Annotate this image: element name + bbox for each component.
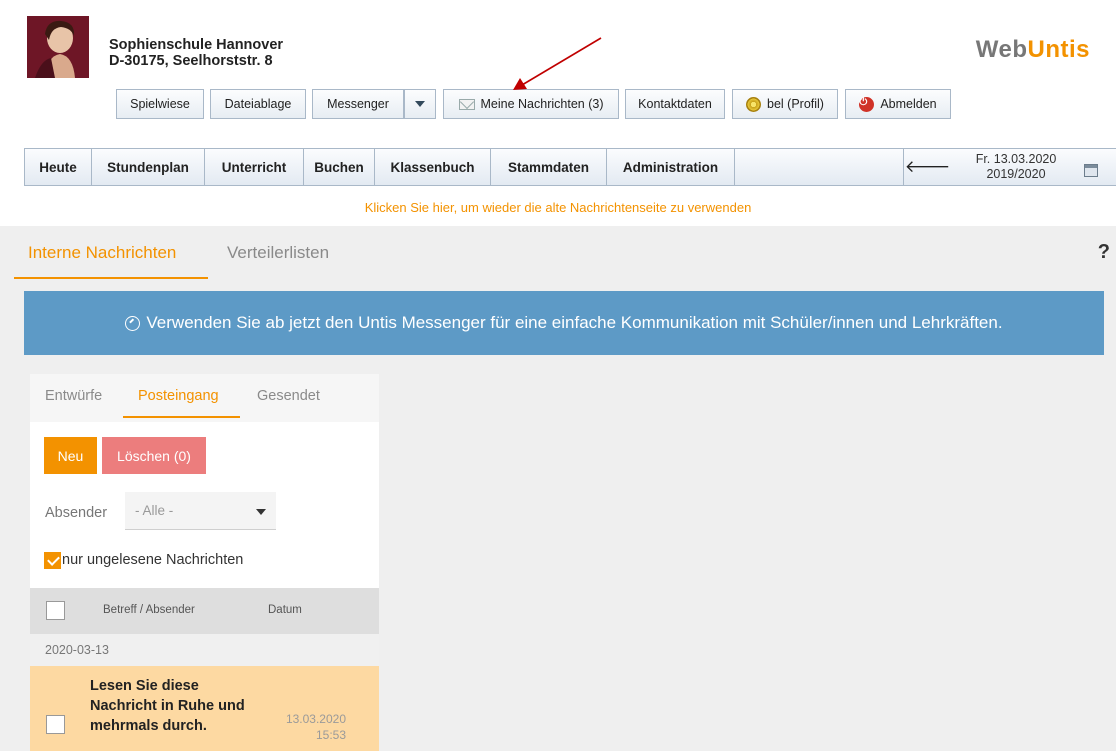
tab-entwuerfe[interactable]: Entwürfe: [45, 388, 102, 404]
spielwiese-button[interactable]: Spielwiese: [116, 89, 204, 119]
column-date[interactable]: Datum: [268, 604, 302, 616]
nav-stammdaten[interactable]: Stammdaten: [491, 149, 607, 185]
messenger-dropdown-button[interactable]: [404, 89, 436, 119]
arrow-left-icon[interactable]: 🡐: [903, 149, 951, 185]
chevron-down-icon: [415, 101, 425, 107]
school-name: Sophienschule Hannover: [109, 37, 284, 53]
sender-filter-select[interactable]: - Alle -: [125, 492, 276, 530]
date-group-header: 2020-03-13: [30, 634, 379, 666]
school-logo: [27, 16, 89, 78]
nav-heute[interactable]: Heute: [25, 149, 92, 185]
message-date: 13.03.2020 15:53: [285, 712, 346, 742]
kontaktdaten-button[interactable]: Kontaktdaten: [625, 89, 725, 119]
folder-tabs: Entwürfe Posteingang Gesendet: [30, 374, 379, 422]
column-subject[interactable]: Betreff / Absender: [103, 604, 195, 616]
delete-button[interactable]: Löschen (0): [102, 437, 206, 474]
school-address: D-30175, Seelhorststr. 8: [109, 53, 273, 69]
dateiablage-button[interactable]: Dateiablage: [210, 89, 306, 119]
messenger-info-banner: Verwenden Sie ab jetzt den Untis Messeng…: [24, 291, 1104, 355]
message-row[interactable]: Lesen Sie diese Nachricht in Ruhe und me…: [30, 666, 379, 751]
tab-verteilerlisten[interactable]: Verteilerlisten: [227, 243, 329, 263]
messenger-button[interactable]: Messenger: [312, 89, 404, 119]
message-list-panel: Entwürfe Posteingang Gesendet Neu Lösche…: [30, 374, 379, 751]
calendar-icon[interactable]: [1084, 164, 1098, 177]
profil-button[interactable]: bel (Profil): [732, 89, 838, 119]
power-icon: ⏻: [859, 96, 875, 112]
unread-only-label[interactable]: nur ungelesene Nachrichten: [62, 552, 243, 568]
nav-klassenbuch[interactable]: Klassenbuch: [375, 149, 491, 185]
help-icon[interactable]: ?: [1098, 241, 1110, 264]
nav-unterricht[interactable]: Unterricht: [205, 149, 304, 185]
gear-icon: [746, 96, 762, 112]
nav-stundenplan[interactable]: Stundenplan: [92, 149, 205, 185]
active-subtab-indicator: [123, 416, 240, 418]
chat-icon: [125, 315, 141, 331]
messages-area: Interne Nachrichten Verteilerlisten ? Ve…: [0, 226, 1116, 751]
message-list-header: Betreff / Absender Datum: [30, 588, 379, 634]
message-checkbox[interactable]: [46, 715, 65, 734]
message-subject[interactable]: Lesen Sie diese Nachricht in Ruhe und me…: [90, 676, 250, 736]
select-all-checkbox[interactable]: [46, 601, 65, 620]
active-tab-indicator: [14, 277, 208, 279]
webuntis-logo: WebUntis: [975, 36, 1090, 63]
abmelden-button[interactable]: ⏻ Abmelden: [845, 89, 951, 119]
tab-gesendet[interactable]: Gesendet: [257, 388, 320, 404]
envelope-icon: [458, 98, 475, 110]
meine-nachrichten-button[interactable]: Meine Nachrichten (3): [443, 89, 619, 119]
nav-buchen[interactable]: Buchen: [304, 149, 375, 185]
current-date[interactable]: Fr. 13.03.2020 2019/2020: [951, 152, 1081, 182]
chevron-down-icon: [256, 509, 266, 515]
main-navigation: Heute Stundenplan Unterricht Buchen Klas…: [24, 148, 1116, 186]
old-messages-page-link[interactable]: Klicken Sie hier, um wieder die alte Nac…: [0, 200, 1116, 215]
tab-posteingang[interactable]: Posteingang: [138, 388, 219, 404]
tab-interne-nachrichten[interactable]: Interne Nachrichten: [28, 243, 176, 263]
new-message-button[interactable]: Neu: [44, 437, 97, 474]
sender-filter-label: Absender: [45, 505, 108, 521]
unread-only-checkbox[interactable]: [44, 552, 61, 569]
nav-administration[interactable]: Administration: [607, 149, 735, 185]
